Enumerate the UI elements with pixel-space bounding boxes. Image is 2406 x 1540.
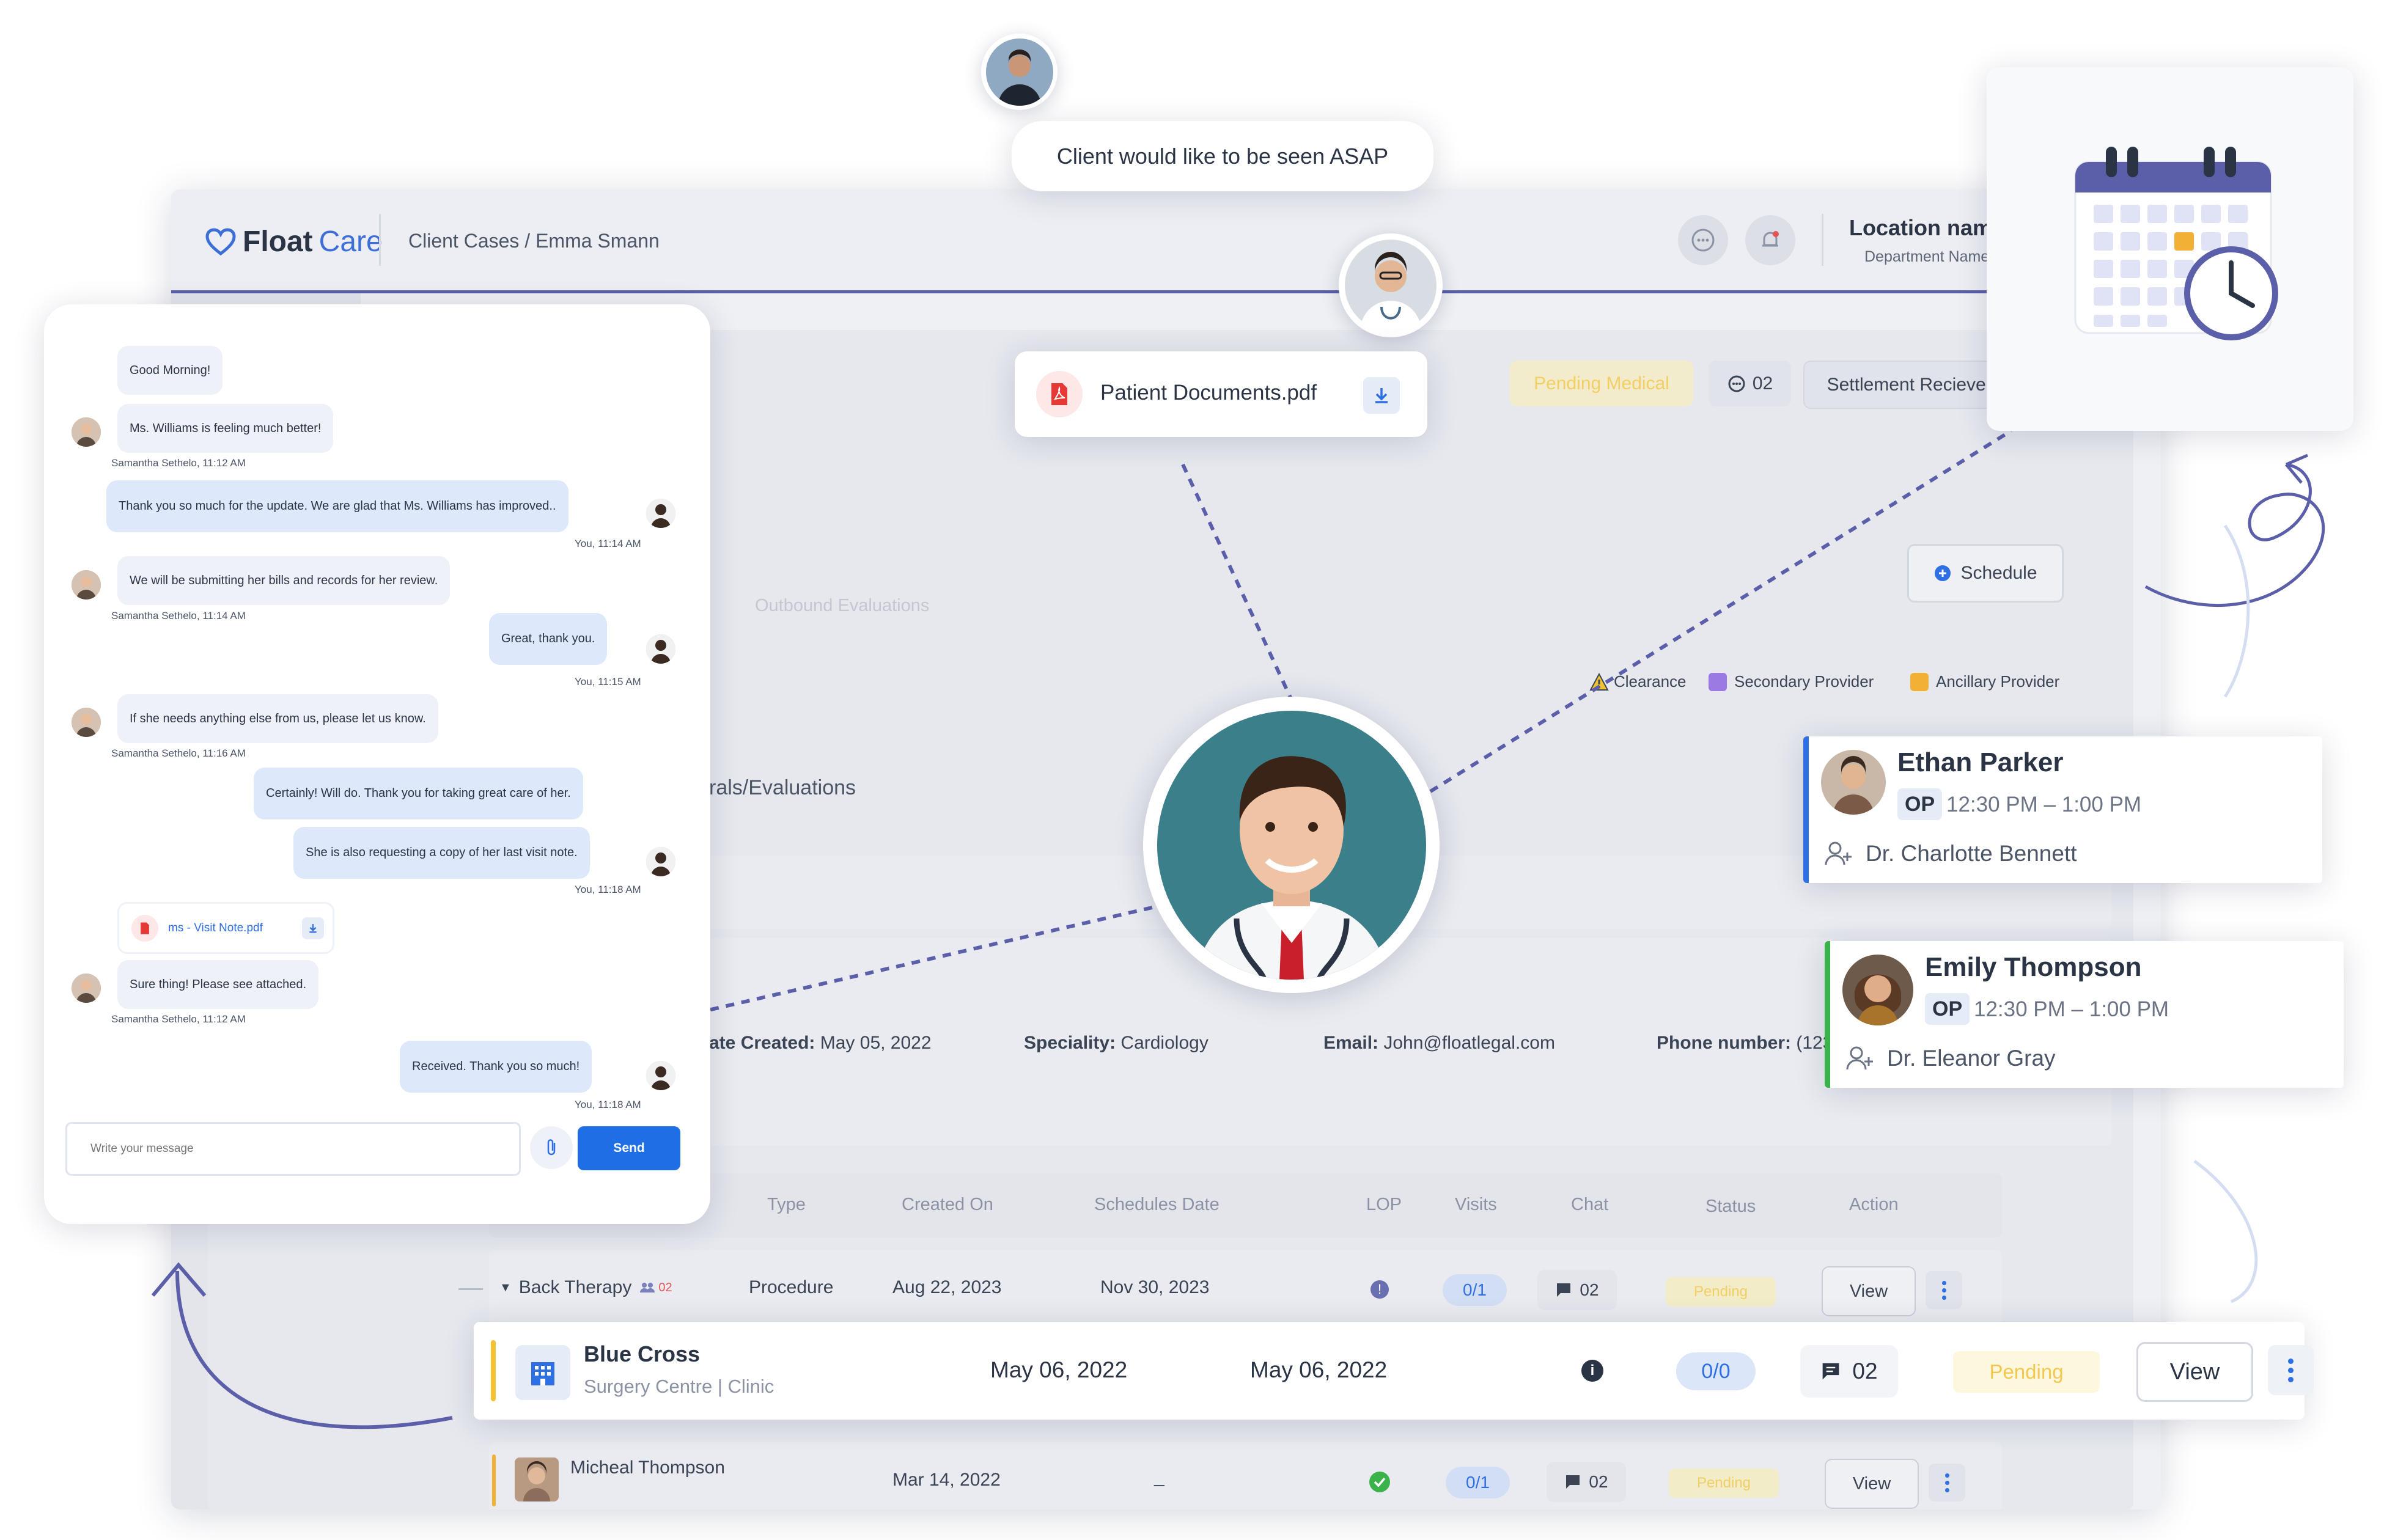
sender-avatar [72,708,101,737]
message-bubble: Received. Thank you so much! [400,1041,592,1093]
message-bubble: If she needs anything else from us, plea… [117,694,438,743]
notification-toast[interactable]: Client would like to be seen ASAP [1012,121,1433,191]
doctor-avatar [1339,233,1443,337]
message-meta: You, 11:18 AM [575,884,641,895]
chat-panel: Good Morning! Ms. Williams is feeling mu… [44,304,710,1224]
message-meta: Samantha Sethelo, 11:12 AM [111,1013,246,1025]
view-button[interactable]: View [2136,1342,2253,1402]
download-icon [1375,388,1388,403]
message-input[interactable] [65,1122,521,1176]
building-icon [515,1345,570,1400]
visit-type-badge: OP [1925,993,1970,1025]
info-icon[interactable]: i [1581,1360,1603,1382]
highlighted-table-row[interactable]: Blue Cross Surgery Centre | Clinic May 0… [474,1322,2314,1420]
user-avatar [646,847,675,876]
calendar-card [1987,67,2353,431]
chat-pill[interactable]: 02 [1800,1345,1898,1398]
message-bubble: Good Morning! [117,346,223,395]
patient-name: Emily Thompson [1925,952,2142,982]
sender-avatar [72,974,101,1003]
visit-type-badge: OP [1897,788,1943,820]
message-bubble: Sure thing! Please see attached. [117,960,319,1009]
download-button[interactable] [1363,377,1400,414]
message-bubble: Great, thank you. [489,613,608,665]
user-avatar [646,499,675,528]
assigned-doctor: Dr. Eleanor Gray [1845,1045,2056,1072]
appointment-time: 12:30 PM – 1:00 PM [1974,997,2169,1021]
message-meta: You, 11:18 AM [575,1099,641,1110]
doctor-name: Dr. Charlotte Bennett [1866,841,2077,866]
message-bubble: Certainly! Will do. Thank you for taking… [254,768,583,820]
doctor-name: Dr. Eleanor Gray [1887,1046,2056,1071]
patient-avatar [1821,750,1886,815]
pdf-icon [131,914,158,942]
message-bubble: She is also requesting a copy of her las… [293,827,590,879]
patient-avatar [1842,955,1913,1025]
row-subtitle: Surgery Centre | Clinic [584,1376,774,1397]
row-scheduled: May 06, 2022 [1250,1357,1388,1382]
download-icon[interactable] [302,917,324,939]
row-name: Blue Cross [584,1341,701,1366]
user-avatar [646,1061,675,1090]
message-meta: Samantha Sethelo, 11:14 AM [111,610,246,622]
row-created: May 06, 2022 [990,1357,1128,1382]
sender-avatar [981,34,1058,110]
message-bubble: Ms. Williams is feeling much better! [117,404,334,453]
attach-button[interactable] [530,1126,573,1169]
attachment-name: ms - Visit Note.pdf [168,921,263,934]
appointment-time: 12:30 PM – 1:00 PM [1946,793,2142,816]
add-user-icon [1846,1046,1873,1070]
doctor-portrait [1143,697,1440,993]
row-accent [491,1340,496,1401]
appointment-card[interactable]: Emily Thompson OP 12:30 PM – 1:00 PM Dr.… [1825,941,2344,1088]
attachment-bubble[interactable]: ms - Visit Note.pdf [117,902,334,954]
add-user-icon [1825,842,1852,865]
calendar-clock-icon [2074,147,2278,340]
paperclip-icon [547,1139,556,1156]
message-bubble: We will be submitting her bills and reco… [117,556,451,605]
document-name: Patient Documents.pdf [1100,381,1317,405]
message-meta: You, 11:14 AM [575,538,641,549]
sender-avatar [72,570,101,600]
assigned-doctor: Dr. Charlotte Bennett [1824,840,2077,867]
message-meta: Samantha Sethelo, 11:16 AM [111,747,246,759]
send-button[interactable]: Send [578,1126,680,1170]
user-avatar [646,634,675,664]
patient-name: Ethan Parker [1897,747,2064,777]
sender-avatar [72,417,101,447]
message-meta: You, 11:15 AM [575,676,641,688]
document-card[interactable]: Patient Documents.pdf [1015,351,1427,437]
appointment-card[interactable]: Ethan Parker OP 12:30 PM – 1:00 PM Dr. C… [1803,736,2322,883]
pdf-icon [1036,371,1083,417]
status-pill: Pending [1953,1351,2100,1393]
more-menu-button[interactable] [2268,1345,2314,1395]
message-icon [1823,1363,1839,1380]
chat-count: 02 [1852,1358,1878,1384]
message-bubble: Thank you so much for the update. We are… [106,480,568,532]
visits-pill: 0/0 [1676,1352,1756,1390]
message-meta: Samantha Sethelo, 11:12 AM [111,457,246,469]
